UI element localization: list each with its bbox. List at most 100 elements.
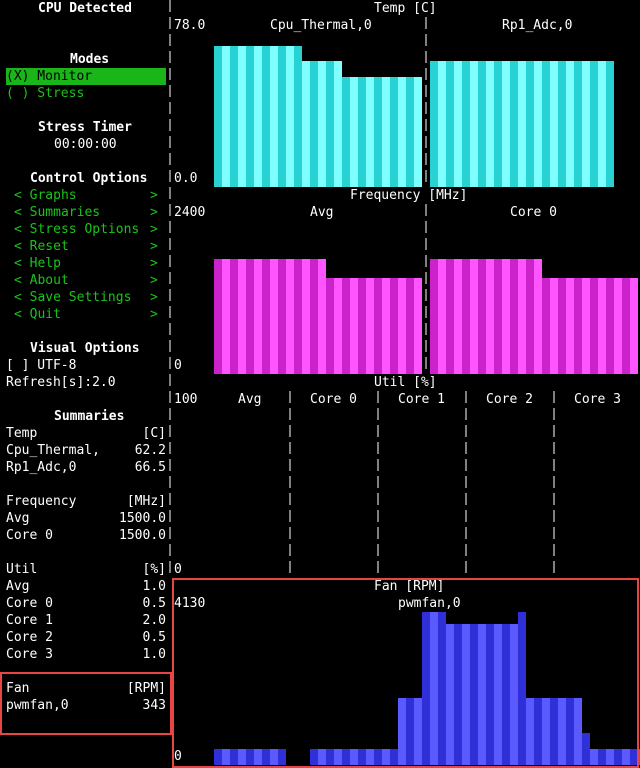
freq-bar-avg	[310, 259, 318, 374]
freq-bar-core0	[566, 278, 574, 374]
freq-bar-core0	[462, 259, 470, 374]
freq-bar-core0	[606, 278, 614, 374]
freq-bar-avg	[366, 278, 374, 374]
temp-bar-rp1-adc	[590, 61, 598, 187]
temp-bar-rp1-adc	[606, 61, 614, 187]
freq-bar-core0	[510, 259, 518, 374]
temp-bar-rp1-adc	[598, 61, 606, 187]
freq-graph-title: Frequency [MHz]	[350, 188, 468, 203]
temp-bar-cpu-thermal	[342, 77, 350, 187]
temp-bar-cpu-thermal	[222, 46, 230, 187]
temp-bar-cpu-thermal	[326, 61, 334, 187]
temp-bar-cpu-thermal	[414, 77, 422, 187]
freq-bar-avg	[222, 259, 230, 374]
freq-bar-core0	[446, 259, 454, 374]
util-ymax: 100	[174, 392, 198, 407]
temp-bar-rp1-adc	[502, 61, 510, 187]
temp-bar-cpu-thermal	[318, 61, 326, 187]
temp-bar-cpu-thermal	[398, 77, 406, 187]
freq-bar-core0	[590, 278, 598, 374]
temp-bar-cpu-thermal	[214, 46, 222, 187]
temp-bar-cpu-thermal	[238, 46, 246, 187]
temp-bar-rp1-adc	[526, 61, 534, 187]
freq-bar-avg	[382, 278, 390, 374]
freq-bar-avg	[230, 259, 238, 374]
fan-series-label: pwmfan,0	[398, 596, 461, 611]
freq-ymin: 0	[174, 358, 182, 373]
freq-bar-avg	[318, 259, 326, 374]
temp-bar-cpu-thermal	[246, 46, 254, 187]
temp-bar-rp1-adc	[550, 61, 558, 187]
freq-bar-avg	[390, 278, 398, 374]
temp-bar-cpu-thermal	[366, 77, 374, 187]
freq-bar-avg	[270, 259, 278, 374]
fan-graph-title: Fan [RPM]	[374, 579, 445, 594]
freq-bar-avg	[278, 259, 286, 374]
temp-bar-cpu-thermal	[294, 46, 302, 187]
temp-bar-cpu-thermal	[302, 61, 310, 187]
temp-bar-rp1-adc	[566, 61, 574, 187]
freq-bar-core0	[574, 278, 582, 374]
freq-series-a-label: Avg	[310, 205, 334, 220]
freq-bar-avg	[246, 259, 254, 374]
temp-bar-rp1-adc	[534, 61, 542, 187]
freq-bar-core0	[454, 259, 462, 374]
temp-bar-rp1-adc	[582, 61, 590, 187]
freq-bar-core0	[550, 278, 558, 374]
freq-bar-avg	[358, 278, 366, 374]
temp-bar-cpu-thermal	[382, 77, 390, 187]
freq-bar-core0	[518, 259, 526, 374]
temp-bar-cpu-thermal	[262, 46, 270, 187]
temp-bar-rp1-adc	[438, 61, 446, 187]
util-series-core0-label: Core 0	[310, 392, 357, 407]
freq-bar-avg	[398, 278, 406, 374]
temp-series-a-label: Cpu_Thermal,0	[270, 18, 372, 33]
freq-bar-core0	[438, 259, 446, 374]
temp-bar-cpu-thermal	[358, 77, 366, 187]
freq-bar-avg	[334, 278, 342, 374]
freq-ymax: 2400	[174, 205, 206, 220]
temp-bar-rp1-adc	[462, 61, 470, 187]
temp-bar-rp1-adc	[478, 61, 486, 187]
freq-bar-core0	[430, 259, 438, 374]
freq-bar-avg	[342, 278, 350, 374]
temp-bar-rp1-adc	[542, 61, 550, 187]
temp-bar-cpu-thermal	[230, 46, 238, 187]
freq-bar-core0	[526, 259, 534, 374]
freq-series-b-label: Core 0	[510, 205, 557, 220]
temp-bar-rp1-adc	[574, 61, 582, 187]
temp-bar-rp1-adc	[558, 61, 566, 187]
freq-bar-avg	[350, 278, 358, 374]
temp-bar-cpu-thermal	[350, 77, 358, 187]
temp-ymax: 78.0	[174, 18, 206, 33]
freq-bar-avg	[326, 278, 334, 374]
freq-bar-avg	[414, 278, 422, 374]
temp-bar-cpu-thermal	[254, 46, 262, 187]
temp-bar-cpu-thermal	[374, 77, 382, 187]
temp-ymin: 0.0	[174, 171, 198, 186]
temp-bar-rp1-adc	[430, 61, 438, 187]
util-series-avg-label: Avg	[238, 392, 262, 407]
util-graph-title: Util [%]	[374, 375, 437, 390]
fan-ymax: 4130	[174, 596, 206, 611]
freq-bar-core0	[542, 278, 550, 374]
freq-bar-avg	[238, 259, 246, 374]
temp-bar-rp1-adc	[494, 61, 502, 187]
freq-bar-avg	[254, 259, 262, 374]
temp-bar-rp1-adc	[510, 61, 518, 187]
temp-bar-cpu-thermal	[278, 46, 286, 187]
temp-bar-rp1-adc	[486, 61, 494, 187]
freq-bar-avg	[374, 278, 382, 374]
temp-bar-rp1-adc	[470, 61, 478, 187]
freq-bar-core0	[470, 259, 478, 374]
freq-bar-core0	[494, 259, 502, 374]
freq-bar-core0	[478, 259, 486, 374]
freq-bar-core0	[614, 278, 622, 374]
freq-bar-core0	[534, 259, 542, 374]
util-series-core3-label: Core 3	[574, 392, 621, 407]
temp-bar-rp1-adc	[446, 61, 454, 187]
util-series-core2-label: Core 2	[486, 392, 533, 407]
freq-bar-core0	[622, 278, 630, 374]
temp-bar-rp1-adc	[518, 61, 526, 187]
temp-bar-cpu-thermal	[270, 46, 278, 187]
